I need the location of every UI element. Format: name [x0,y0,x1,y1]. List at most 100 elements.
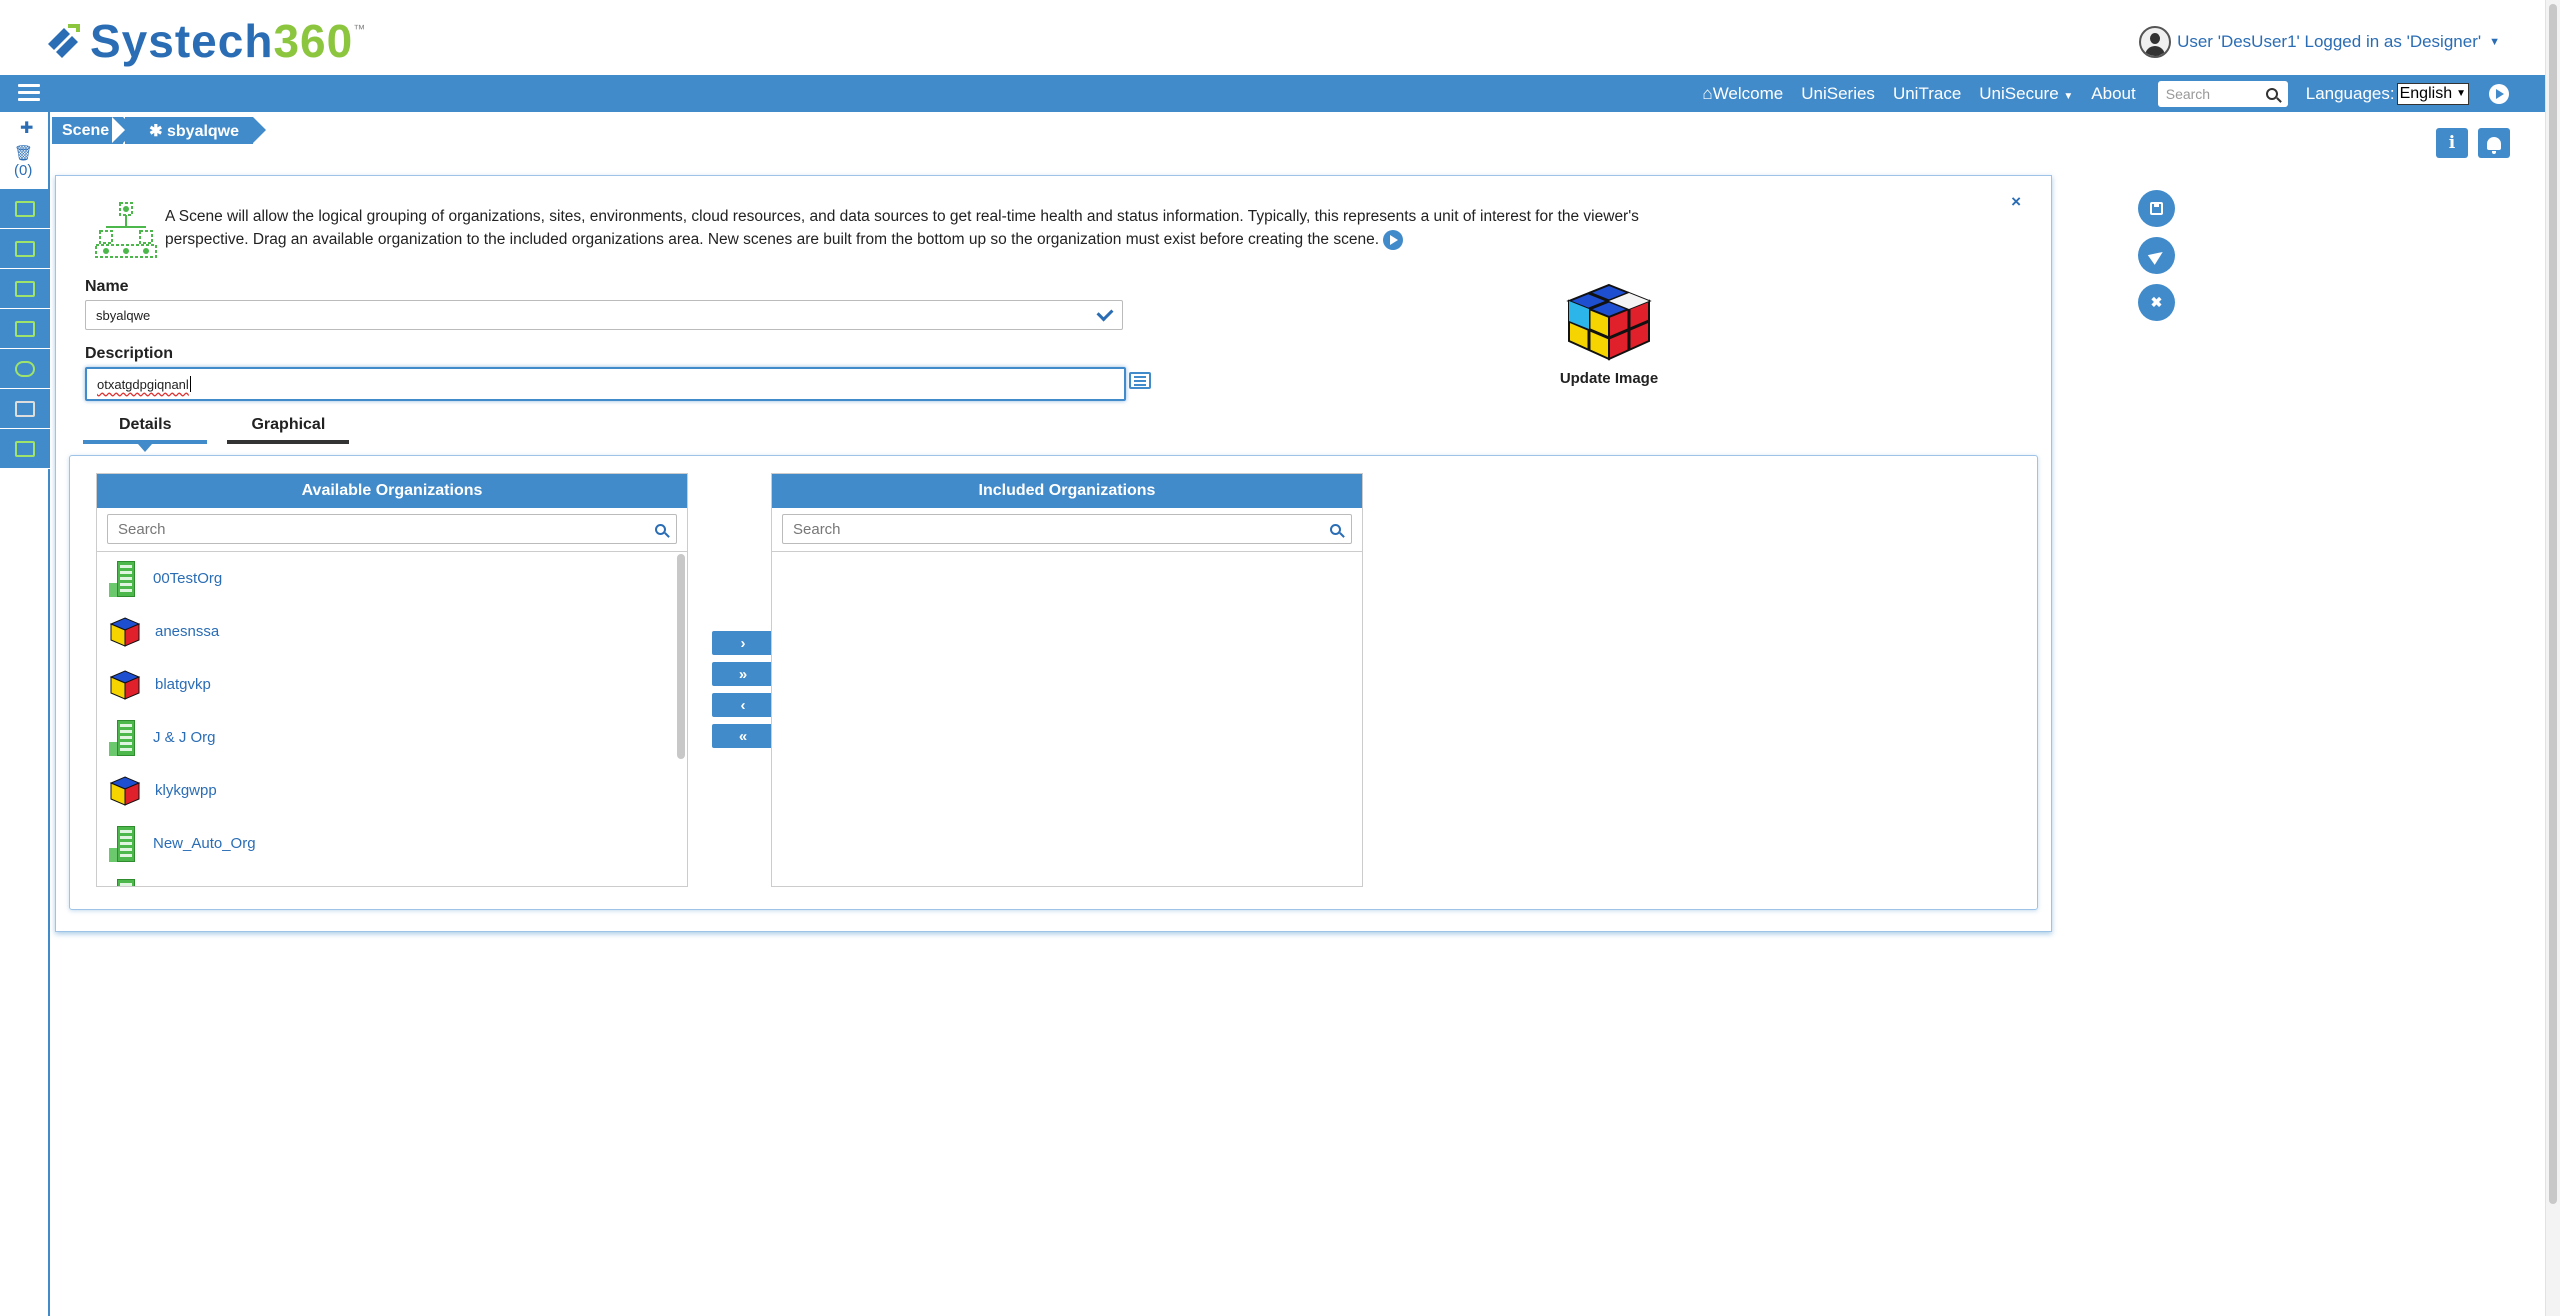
details-tab-content: Available Organizations 00TestOrg anesns… [69,455,2038,910]
nav-about[interactable]: About [2091,84,2135,104]
scene-editor-panel: × A Scene will allow the logical groupin… [55,175,2052,932]
trash-icon: 🗑 [14,145,34,162]
environment-icon [15,320,35,337]
sidebar-item-organization[interactable] [0,229,50,269]
check-icon [1096,304,1114,322]
hierarchy-icon [15,200,35,217]
sidebar-item-cloud[interactable] [0,349,50,389]
scene-info-text: A Scene will allow the logical grouping … [165,208,1639,250]
search-icon[interactable] [1330,523,1341,535]
notifications-button[interactable] [2478,128,2510,158]
sidebar-item-site[interactable] [0,269,50,309]
building-icon [109,878,139,886]
language-select[interactable]: English ▼ [2396,82,2469,105]
available-organizations-title: Available Organizations [97,474,687,508]
transfer-controls: › » ‹ « [712,631,774,755]
nav-unisecure[interactable]: UniSecure ▼ [1979,84,2073,104]
main-navbar: ⌂Welcome UniSeries UniTrace UniSecure ▼ … [0,75,2545,112]
rubiks-cube-icon [1566,283,1652,361]
building-icon [109,719,139,756]
move-all-button[interactable]: » [712,662,774,686]
building-icon [109,560,139,597]
list-item[interactable] [97,870,687,886]
list-item[interactable]: klykgwpp [97,764,687,817]
global-search-input[interactable] [2165,85,2266,102]
tab-graphical[interactable]: Graphical [227,416,350,444]
home-icon: ⌂ [1702,83,1713,103]
sidebar-item-data-source[interactable] [0,389,50,429]
included-search [782,514,1352,544]
organization-icon [15,240,35,257]
hamburger-menu-icon[interactable] [18,84,40,102]
name-label: Name [85,278,129,295]
send-icon [2147,246,2166,265]
search-icon[interactable] [2265,87,2278,100]
update-image-label: Update Image [1559,370,1659,387]
text-editor-icon[interactable] [1129,372,1151,389]
cloud-icon [15,360,35,377]
logo-text-360: 360 [273,15,354,67]
play-tour-icon[interactable] [2489,83,2509,104]
sidebar-item-hierarchy[interactable] [0,189,50,229]
user-status-text: User 'DesUser1' Logged in as 'Designer' [2177,32,2482,51]
info-button[interactable]: i [2436,128,2468,158]
list-scrollbar[interactable] [677,554,685,759]
breadcrumb: Scene ✱ sbyalqwe [52,117,267,144]
info-icon: i [2448,133,2456,153]
site-icon [15,280,35,297]
sidebar-item-devices[interactable] [0,429,50,469]
logo-mark-icon [48,24,80,58]
publish-button[interactable] [2138,237,2175,274]
systech-logo[interactable]: Systech360 ™ [40,16,365,66]
included-organizations-title: Included Organizations [772,474,1362,508]
sidebar-item-environment[interactable] [0,309,50,349]
included-organizations-list[interactable] [772,551,1362,886]
description-field[interactable]: otxatgdpgiqnanl [85,367,1126,401]
trash-counter[interactable]: 🗑(0) [14,144,48,179]
top-header: Systech360 ™ User 'DesUser1' Logged in a… [0,0,2545,75]
close-icon[interactable]: × [2011,192,2021,212]
breadcrumb-current[interactable]: ✱ sbyalqwe [112,117,266,144]
building-icon [109,825,139,862]
name-field[interactable]: sbyalqwe [85,300,1123,330]
included-organizations-panel: Included Organizations [771,473,1363,887]
search-icon[interactable] [655,523,666,535]
save-button[interactable] [2138,190,2175,227]
included-search-input[interactable] [793,520,1287,538]
list-item[interactable]: New_Auto_Org [97,817,687,870]
nav-unitrace[interactable]: UniTrace [1893,84,1961,104]
languages-label: Languages: [2305,83,2395,103]
available-search [107,514,677,544]
logo-text-systech: Systech [90,15,274,67]
cube-icon [109,616,141,647]
global-search [2157,80,2288,107]
remove-selected-button[interactable]: ‹ [712,693,774,717]
nav-welcome[interactable]: ⌂Welcome [1702,84,1783,104]
cancel-button[interactable]: ✖ [2138,284,2175,321]
available-organizations-panel: Available Organizations 00TestOrg anesns… [96,473,688,887]
close-icon: ✖ [2150,294,2163,310]
available-organizations-list[interactable]: 00TestOrg anesnssa blatgvkp J & J Org kl… [97,551,687,886]
cube-icon [109,775,141,806]
cube-icon [109,669,141,700]
pin-icon[interactable]: ✚ [20,118,33,138]
list-item[interactable]: 00TestOrg [97,552,687,605]
tab-details[interactable]: Details [83,416,208,452]
chevron-down-icon: ▼ [2456,88,2466,99]
move-selected-button[interactable]: › [712,631,774,655]
avatar-icon [2139,26,2172,58]
chevron-down-icon: ▼ [2063,90,2074,102]
list-item[interactable]: anesnssa [97,605,687,658]
update-image-button[interactable]: Update Image [1559,281,1659,387]
list-item[interactable]: blatgvkp [97,658,687,711]
available-search-input[interactable] [118,520,612,538]
play-video-icon[interactable] [1383,229,1404,250]
nav-uniseries[interactable]: UniSeries [1801,84,1875,104]
save-icon [2150,202,2163,215]
page-scrollbar[interactable] [2545,0,2560,1316]
remove-all-button[interactable]: « [712,724,774,748]
list-item[interactable]: J & J Org [97,711,687,764]
user-menu[interactable]: User 'DesUser1' Logged in as 'Designer' … [2139,26,2500,58]
logo-trademark: ™ [353,22,366,36]
chevron-down-icon: ▼ [2489,36,2500,48]
